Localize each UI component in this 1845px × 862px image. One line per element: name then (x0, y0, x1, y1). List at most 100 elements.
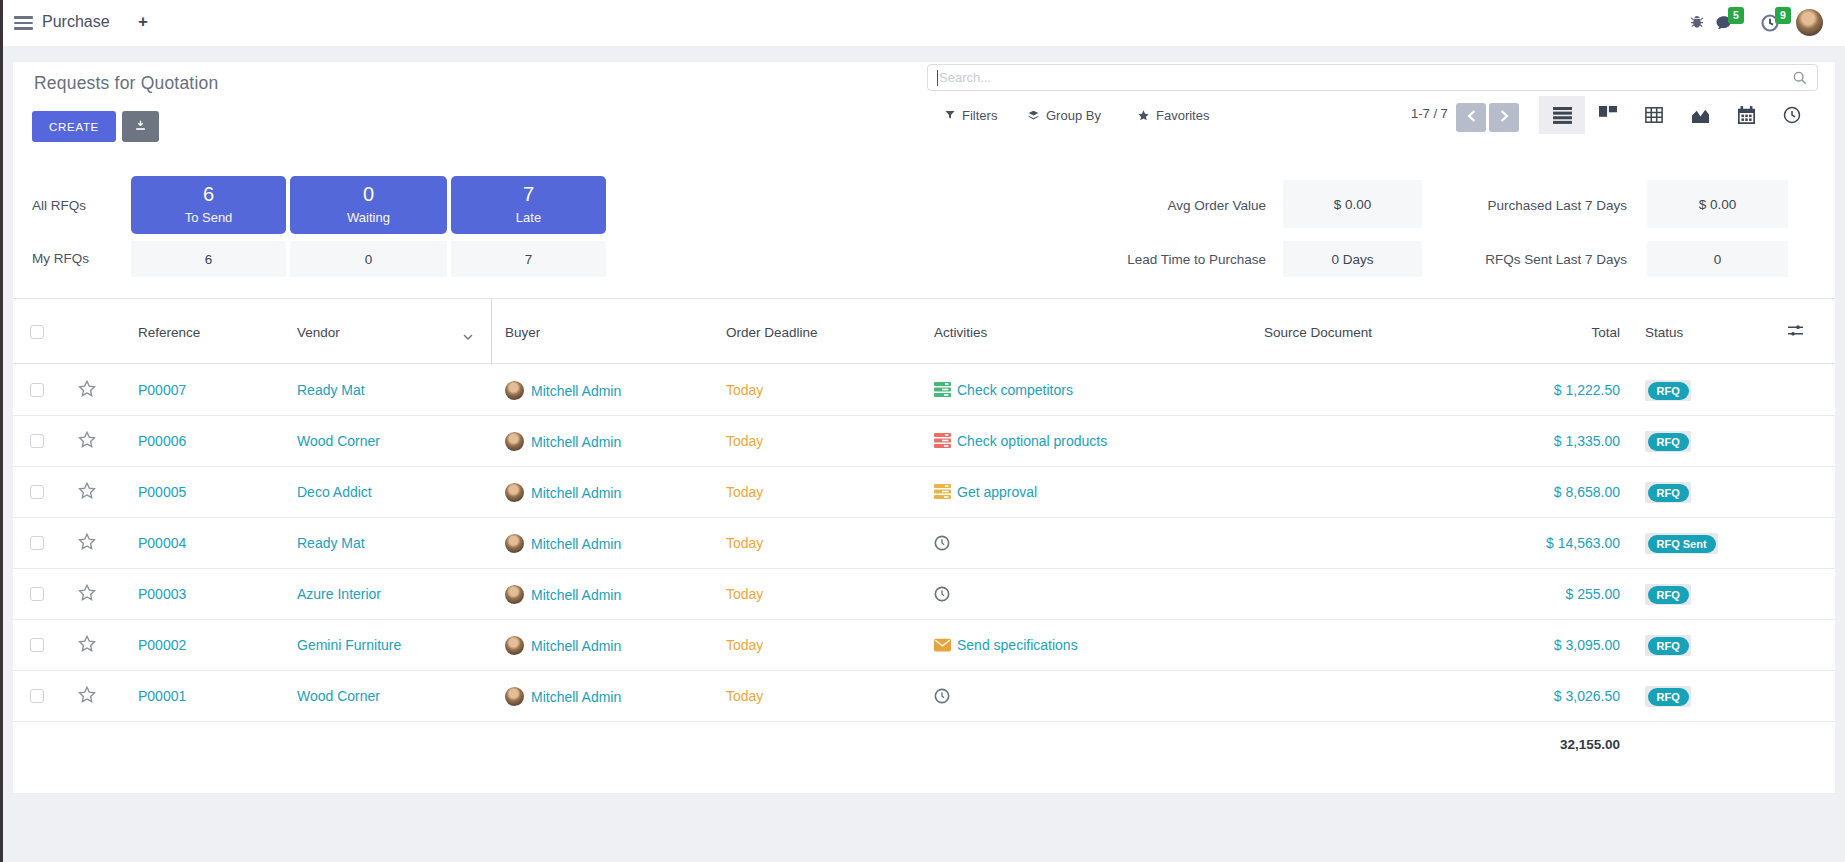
row-checkbox[interactable] (30, 485, 44, 499)
activity-cell[interactable]: Check optional products (921, 433, 1251, 449)
table-row[interactable]: P00002 Gemini Furniture Mitchell Admin T… (13, 620, 1835, 671)
favorite-star-icon[interactable] (78, 537, 96, 553)
user-avatar[interactable] (1796, 9, 1823, 36)
row-checkbox[interactable] (30, 587, 44, 601)
favorite-star-icon[interactable] (78, 384, 96, 400)
create-button[interactable]: CREATE (32, 111, 116, 142)
export-download-button[interactable] (122, 111, 159, 142)
table-row[interactable]: P00007 Ready Mat Mitchell Admin Today Ch… (13, 365, 1835, 416)
order-deadline-cell[interactable]: Today (713, 688, 921, 704)
table-row[interactable]: P00006 Wood Corner Mitchell Admin Today … (13, 416, 1835, 467)
favorite-star-icon[interactable] (78, 486, 96, 502)
search-icon[interactable] (1792, 70, 1808, 90)
kpi-card-waiting[interactable]: 0 Waiting (290, 176, 447, 234)
activities-clock-icon[interactable]: 9 (1760, 13, 1780, 33)
column-header-reference[interactable]: Reference (125, 325, 284, 340)
messages-icon[interactable]: 5 (1714, 13, 1734, 33)
my-rfqs-label[interactable]: My RFQs (32, 251, 89, 266)
rfqs-sent-7d-cell[interactable]: 0 (1647, 241, 1788, 277)
row-checkbox[interactable] (30, 638, 44, 652)
order-deadline-cell[interactable]: Today (713, 433, 921, 449)
rfq-reference-link[interactable]: P00006 (125, 433, 284, 449)
buyer-cell[interactable]: Mitchell Admin (492, 687, 713, 706)
rfq-reference-link[interactable]: P00007 (125, 382, 284, 398)
buyer-cell[interactable]: Mitchell Admin (492, 432, 713, 451)
kpi-card-late[interactable]: 7 Late (451, 176, 606, 234)
vendor-link[interactable]: Azure Interior (284, 586, 492, 602)
vendor-link[interactable]: Wood Corner (284, 433, 492, 449)
avg-order-value-cell[interactable]: $ 0.00 (1283, 180, 1422, 228)
activity-cell[interactable]: Check competitors (921, 382, 1251, 398)
column-header-deadline[interactable]: Order Deadline (713, 325, 921, 340)
favorite-star-icon[interactable] (78, 435, 96, 451)
favorite-star-icon[interactable] (78, 588, 96, 604)
table-row[interactable]: P00001 Wood Corner Mitchell Admin Today … (13, 671, 1835, 722)
row-checkbox[interactable] (30, 383, 44, 397)
pivot-view-button[interactable] (1631, 96, 1677, 134)
column-header-vendor[interactable]: Vendor (284, 299, 492, 365)
activity-cell[interactable] (921, 535, 1251, 552)
order-deadline-cell[interactable]: Today (713, 382, 921, 398)
graph-view-button[interactable] (1677, 96, 1723, 134)
activity-cell[interactable]: Send specifications (921, 637, 1251, 653)
pager-prev-button[interactable] (1456, 103, 1486, 132)
app-name[interactable]: Purchase (42, 13, 110, 31)
list-view-button[interactable] (1539, 96, 1585, 134)
column-header-buyer[interactable]: Buyer (492, 325, 713, 340)
vendor-link[interactable]: Gemini Furniture (284, 637, 492, 653)
column-header-activities[interactable]: Activities (921, 325, 1251, 340)
pager-next-button[interactable] (1489, 103, 1519, 132)
rfq-reference-link[interactable]: P00002 (125, 637, 284, 653)
buyer-cell[interactable]: Mitchell Admin (492, 636, 713, 655)
debug-bug-icon[interactable] (1688, 13, 1708, 33)
favorite-star-icon[interactable] (78, 639, 96, 655)
my-to-send-cell[interactable]: 6 (131, 241, 286, 277)
vendor-link[interactable]: Deco Addict (284, 484, 492, 500)
favorites-button[interactable]: Favorites (1137, 102, 1209, 128)
column-header-status[interactable]: Status (1620, 325, 1770, 340)
activity-cell[interactable] (921, 586, 1251, 603)
activity-view-button[interactable] (1769, 96, 1815, 134)
new-tab-plus-icon[interactable]: + (138, 12, 148, 32)
lead-time-cell[interactable]: 0 Days (1283, 241, 1422, 277)
table-row[interactable]: P00004 Ready Mat Mitchell Admin Today $ … (13, 518, 1835, 569)
buyer-cell[interactable]: Mitchell Admin (492, 534, 713, 553)
rfq-reference-link[interactable]: P00001 (125, 688, 284, 704)
select-all-checkbox[interactable] (30, 325, 44, 339)
row-checkbox[interactable] (30, 434, 44, 448)
calendar-view-button[interactable] (1723, 96, 1769, 134)
rfq-reference-link[interactable]: P00003 (125, 586, 284, 602)
table-row[interactable]: P00003 Azure Interior Mitchell Admin Tod… (13, 569, 1835, 620)
rfq-reference-link[interactable]: P00004 (125, 535, 284, 551)
buyer-cell[interactable]: Mitchell Admin (492, 585, 713, 604)
all-rfqs-label[interactable]: All RFQs (32, 198, 86, 213)
order-deadline-cell[interactable]: Today (713, 637, 921, 653)
purchased-7d-cell[interactable]: $ 0.00 (1647, 180, 1788, 228)
activity-cell[interactable]: Get approval (921, 484, 1251, 500)
filters-button[interactable]: Filters (944, 102, 997, 128)
order-deadline-cell[interactable]: Today (713, 535, 921, 551)
vendor-link[interactable]: Ready Mat (284, 382, 492, 398)
order-deadline-cell[interactable]: Today (713, 586, 921, 602)
kpi-card-to-send[interactable]: 6 To Send (131, 176, 286, 234)
search-input[interactable] (939, 65, 1779, 90)
rfq-reference-link[interactable]: P00005 (125, 484, 284, 500)
vendor-link[interactable]: Ready Mat (284, 535, 492, 551)
group-by-button[interactable]: Group By (1027, 102, 1101, 128)
my-late-cell[interactable]: 7 (451, 241, 606, 277)
column-header-source[interactable]: Source Document (1251, 325, 1482, 340)
my-waiting-cell[interactable]: 0 (290, 241, 447, 277)
column-header-total[interactable]: Total (1482, 325, 1620, 340)
favorite-star-icon[interactable] (78, 690, 96, 706)
kanban-view-button[interactable] (1585, 96, 1631, 134)
vendor-link[interactable]: Wood Corner (284, 688, 492, 704)
menu-icon[interactable] (14, 16, 33, 30)
row-checkbox[interactable] (30, 689, 44, 703)
order-deadline-cell[interactable]: Today (713, 484, 921, 500)
buyer-cell[interactable]: Mitchell Admin (492, 381, 713, 400)
optional-columns-icon[interactable] (1787, 326, 1804, 341)
row-checkbox[interactable] (30, 536, 44, 550)
table-row[interactable]: P00005 Deco Addict Mitchell Admin Today … (13, 467, 1835, 518)
activity-cell[interactable] (921, 688, 1251, 705)
buyer-cell[interactable]: Mitchell Admin (492, 483, 713, 502)
